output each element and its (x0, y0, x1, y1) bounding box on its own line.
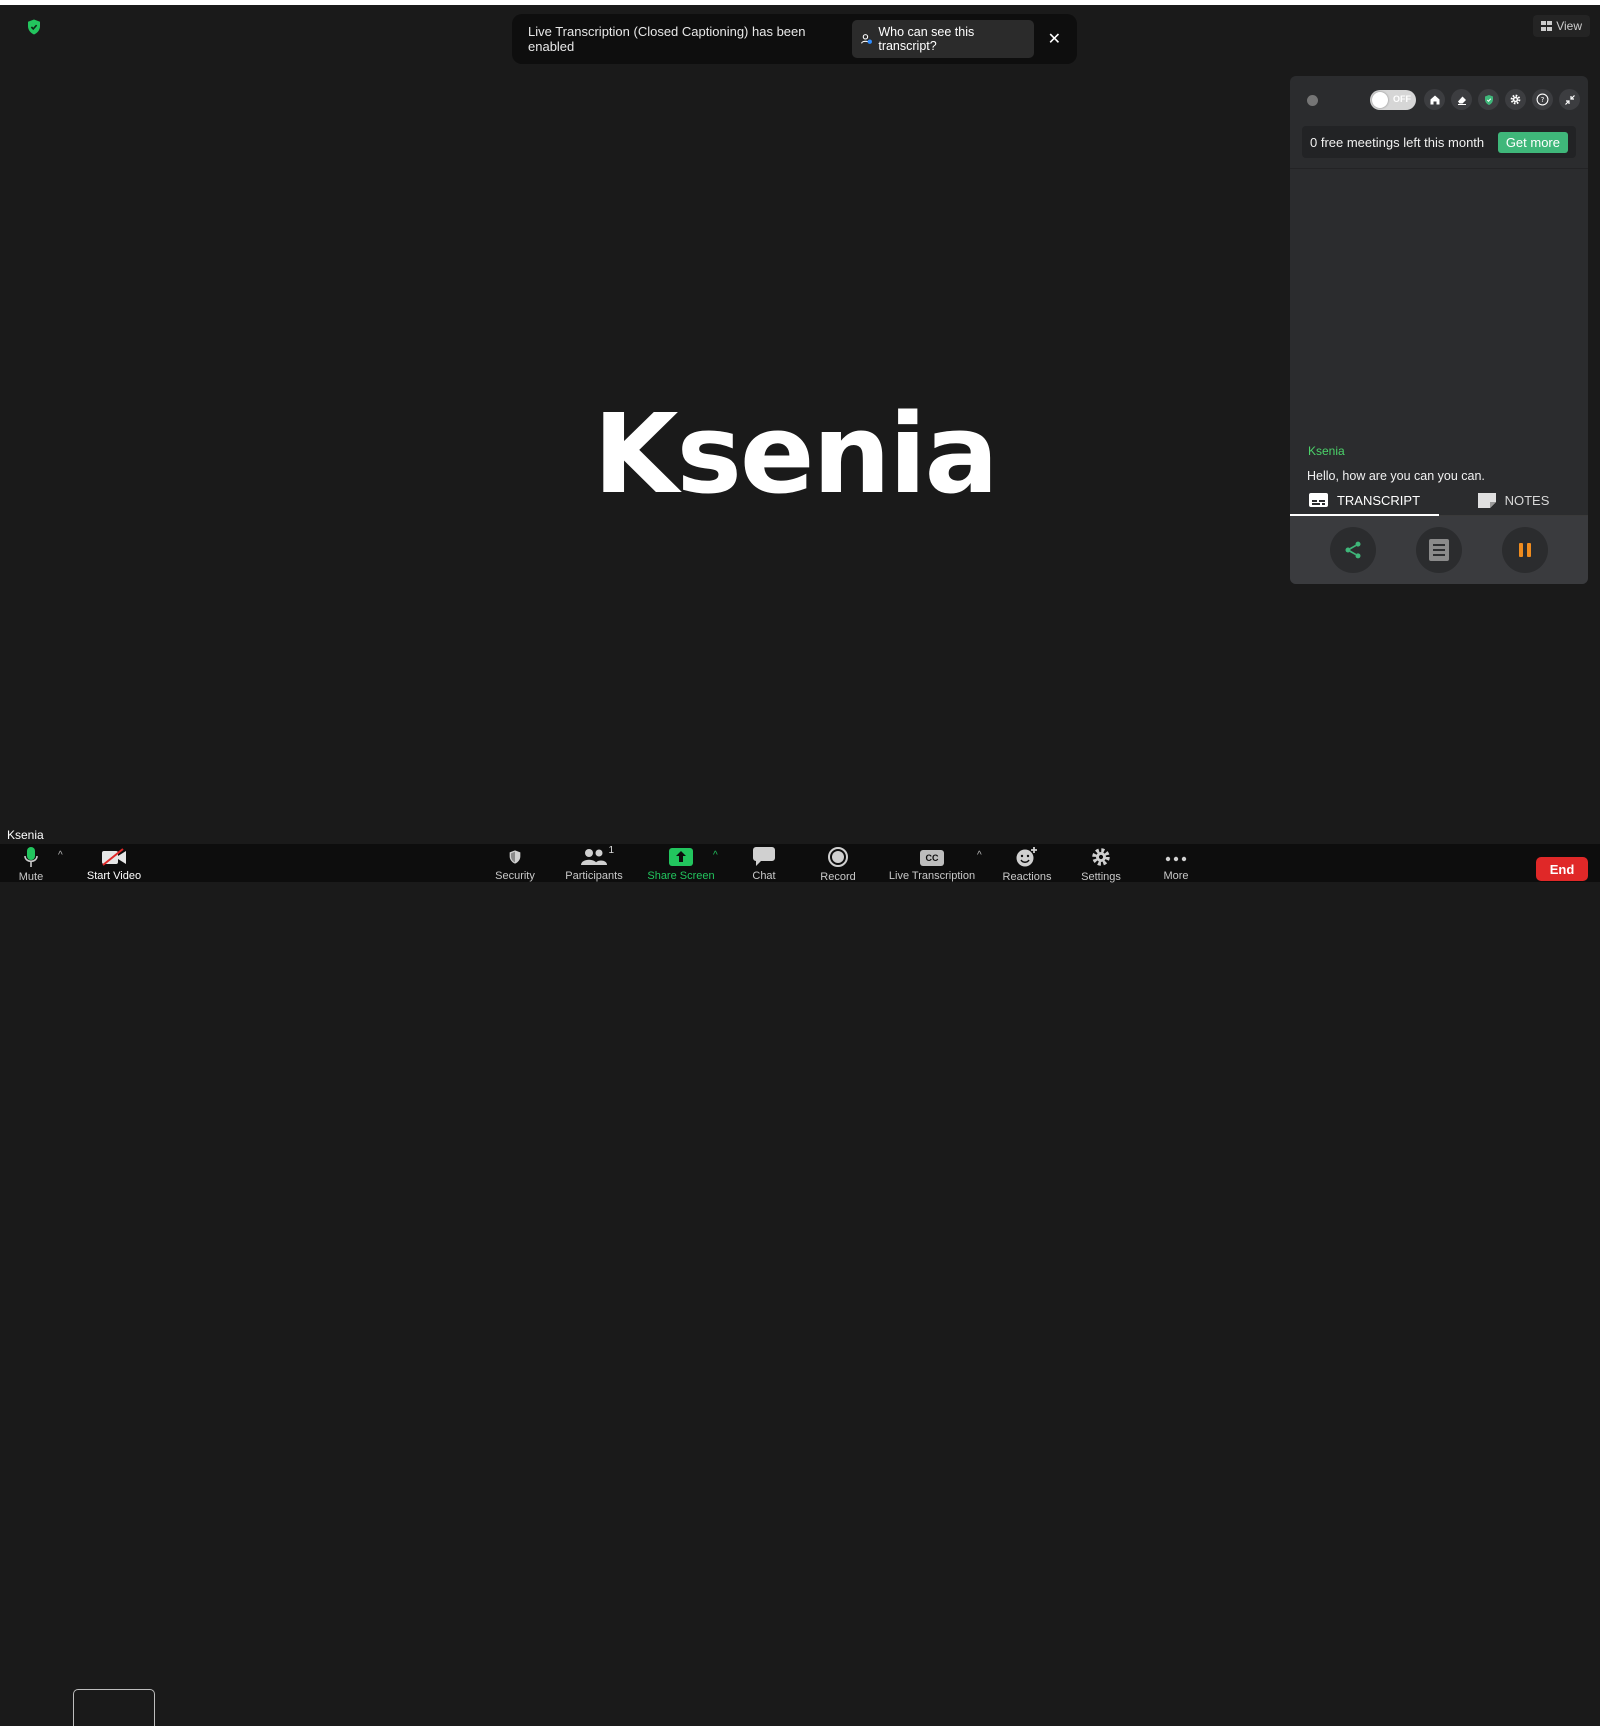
security-label: Security (495, 870, 535, 882)
close-banner-icon[interactable]: ✕ (1048, 29, 1061, 49)
gear-icon[interactable] (1505, 89, 1526, 110)
who-can-see-label: Who can see this transcript? (878, 25, 975, 53)
document-icon (1429, 539, 1449, 561)
panel-divider (1290, 168, 1588, 169)
reactions-smiley-icon (1016, 847, 1037, 867)
participants-count: 1 (608, 845, 614, 856)
record-label: Record (820, 871, 856, 883)
end-meeting-button[interactable]: End (1536, 857, 1588, 881)
help-icon[interactable]: ? (1532, 89, 1553, 110)
transcript-panel: OFF ? 0 free meetings left this month Ge… (1290, 76, 1588, 584)
share-screen-button[interactable]: Share Screen (645, 844, 717, 882)
more-dots-icon (1165, 856, 1187, 862)
status-dot (1307, 95, 1318, 106)
share-screen-label: Share Screen (647, 870, 715, 882)
view-button[interactable]: View (1533, 15, 1590, 37)
more-label: More (1163, 870, 1189, 882)
participants-label: Participants (565, 870, 623, 882)
panel-actions (1290, 516, 1588, 584)
captions-icon (1308, 493, 1328, 507)
svg-text:?: ? (1541, 95, 1545, 104)
who-can-see-transcript-button[interactable]: Who can see this transcript? (852, 20, 1034, 58)
minimize-icon[interactable] (1559, 89, 1580, 110)
settings-label: Settings (1081, 871, 1121, 883)
encryption-shield-icon[interactable] (25, 18, 43, 36)
tab-transcript[interactable]: TRANSCRIPT (1290, 486, 1439, 516)
home-icon[interactable] (1424, 89, 1445, 110)
security-shield-icon (509, 850, 521, 864)
chat-button[interactable]: Chat (744, 844, 784, 882)
participants-icon (581, 849, 607, 865)
self-name-tag: Ksenia (0, 825, 52, 845)
settings-button[interactable]: Settings (1077, 844, 1125, 883)
banner-message: Live Transcription (Closed Captioning) h… (528, 24, 806, 54)
live-transcription-label: Live Transcription (888, 870, 976, 882)
free-meetings-bar: 0 free meetings left this month Get more (1302, 126, 1576, 158)
transcript-text: Hello, how are you can you can. (1307, 469, 1485, 483)
panel-header: OFF ? (1290, 76, 1588, 126)
transcription-enabled-banner: Live Transcription (Closed Captioning) h… (512, 14, 1077, 64)
record-button[interactable]: Record (815, 844, 861, 883)
free-meetings-text: 0 free meetings left this month (1310, 134, 1485, 150)
tab-transcript-label: TRANSCRIPT (1336, 492, 1421, 508)
grid-view-icon (1541, 21, 1553, 31)
reactions-button[interactable]: Reactions (999, 844, 1055, 883)
mute-button[interactable]: Mute (12, 844, 50, 883)
reactions-label: Reactions (1002, 871, 1052, 883)
live-transcription-button[interactable]: CC Live Transcription (885, 844, 979, 882)
cc-icon: CC (920, 850, 944, 866)
person-info-icon (861, 34, 873, 44)
pause-transcript-button[interactable] (1502, 527, 1548, 573)
chat-label: Chat (752, 870, 776, 882)
microphone-icon (24, 847, 38, 867)
shield-check-icon[interactable] (1478, 89, 1499, 110)
window-top-edge (0, 0, 1600, 5)
start-video-button[interactable]: Start Video (73, 844, 155, 882)
record-icon (828, 847, 848, 867)
share-options-caret[interactable]: ^ (713, 850, 718, 861)
security-button[interactable]: Security (490, 844, 540, 882)
note-icon (1477, 493, 1496, 508)
tab-notes[interactable]: NOTES (1439, 486, 1588, 516)
panel-header-icons: ? (1424, 89, 1580, 110)
pause-icon (1519, 543, 1531, 557)
start-video-highlight (73, 1689, 155, 1726)
participants-button[interactable]: 1 Participants (561, 844, 627, 882)
meeting-toolbar: Mute ^ Start Video Security 1 Participan… (0, 844, 1600, 1726)
transcript-speaker: Ksenia (1308, 444, 1345, 458)
summary-document-button[interactable] (1416, 527, 1462, 573)
audio-options-caret[interactable]: ^ (58, 850, 63, 861)
tab-notes-label: NOTES (1504, 493, 1550, 508)
share-transcript-button[interactable] (1330, 527, 1376, 573)
recording-toggle[interactable]: OFF (1370, 90, 1416, 110)
start-video-label: Start Video (86, 870, 142, 882)
video-off-icon (102, 848, 126, 866)
get-more-button[interactable]: Get more (1497, 131, 1568, 153)
panel-tabs: TRANSCRIPT NOTES (1290, 486, 1588, 516)
toggle-text: OFF (1393, 94, 1411, 104)
transcription-options-caret[interactable]: ^ (977, 850, 982, 861)
chat-icon (753, 847, 775, 866)
view-label: View (1556, 19, 1582, 33)
settings-gear-icon (1092, 848, 1110, 866)
more-button[interactable]: More (1158, 844, 1194, 882)
share-icon (1345, 541, 1361, 559)
share-screen-icon (669, 848, 693, 866)
toggle-knob (1372, 92, 1388, 108)
eraser-icon[interactable] (1451, 89, 1472, 110)
mute-label: Mute (18, 871, 44, 883)
